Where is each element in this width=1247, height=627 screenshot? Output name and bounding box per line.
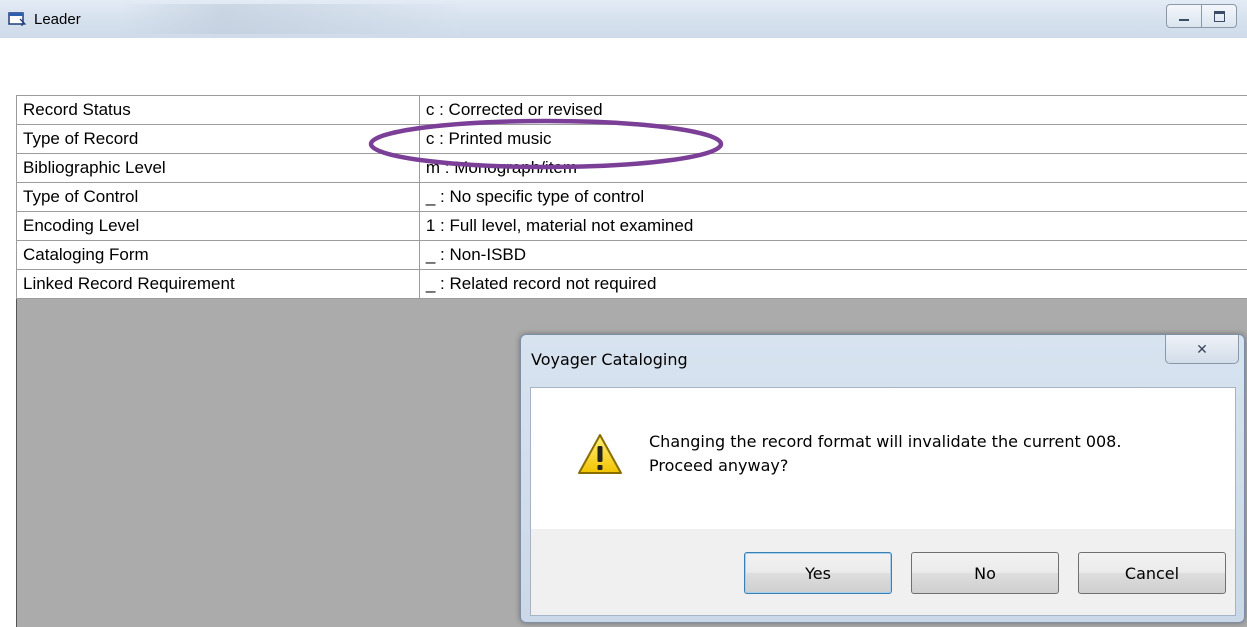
row-value[interactable]: m : Monograph/item	[418, 153, 1247, 183]
maximize-button[interactable]	[1201, 5, 1236, 27]
minimize-icon	[1179, 19, 1189, 21]
dialog-message-area: Changing the record format will invalida…	[531, 388, 1235, 529]
row-label: Type of Record	[16, 124, 420, 154]
close-icon: ✕	[1196, 340, 1208, 357]
dialog-close-button[interactable]: ✕	[1165, 335, 1239, 364]
dialog-body: Changing the record format will invalida…	[530, 387, 1236, 616]
window-controls	[1166, 4, 1237, 28]
leader-row-cataloging-form[interactable]: Cataloging Form _ : Non-ISBD	[16, 240, 1247, 270]
cancel-button[interactable]: Cancel	[1078, 552, 1226, 594]
row-label: Cataloging Form	[16, 240, 420, 270]
window-title: Leader	[34, 11, 81, 28]
leader-row-linked-record-requirement[interactable]: Linked Record Requirement _ : Related re…	[16, 269, 1247, 299]
leader-row-type-of-control[interactable]: Type of Control _ : No specific type of …	[16, 182, 1247, 212]
leader-row-bibliographic-level[interactable]: Bibliographic Level m : Monograph/item	[16, 153, 1247, 183]
dialog-message-line-2: Proceed anyway?	[649, 456, 789, 475]
row-value[interactable]: _ : No specific type of control	[418, 182, 1247, 212]
maximize-icon	[1213, 10, 1225, 22]
row-value[interactable]: 1 : Full level, material not examined	[418, 211, 1247, 241]
row-label: Bibliographic Level	[16, 153, 420, 183]
title-bar-blur	[120, 4, 460, 34]
yes-button[interactable]: Yes	[744, 552, 892, 594]
leader-row-encoding-level[interactable]: Encoding Level 1 : Full level, material …	[16, 211, 1247, 241]
leader-grid: Record Status c : Corrected or revised T…	[16, 95, 1247, 299]
dialog-message: Changing the record format will invalida…	[649, 430, 1121, 478]
voyager-dialog: Voyager Cataloging ✕ Changing the record…	[520, 334, 1245, 623]
row-value[interactable]: c : Printed music	[418, 124, 1247, 154]
row-value[interactable]: c : Corrected or revised	[418, 95, 1247, 125]
row-label: Record Status	[16, 95, 420, 125]
row-value[interactable]: _ : Related record not required	[418, 269, 1247, 299]
row-label: Type of Control	[16, 182, 420, 212]
window-app-icon[interactable]	[8, 10, 26, 26]
row-label: Linked Record Requirement	[16, 269, 420, 299]
leader-row-record-status[interactable]: Record Status c : Corrected or revised	[16, 95, 1247, 125]
warning-icon	[578, 434, 622, 474]
no-button[interactable]: No	[911, 552, 1059, 594]
dialog-message-line-1: Changing the record format will invalida…	[649, 432, 1122, 451]
dialog-title: Voyager Cataloging	[531, 350, 688, 369]
row-label: Encoding Level	[16, 211, 420, 241]
row-value[interactable]: _ : Non-ISBD	[418, 240, 1247, 270]
leader-row-type-of-record[interactable]: Type of Record c : Printed music	[16, 124, 1247, 154]
window-title-bar[interactable]: Leader	[0, 0, 1247, 38]
minimize-button[interactable]	[1167, 5, 1201, 27]
